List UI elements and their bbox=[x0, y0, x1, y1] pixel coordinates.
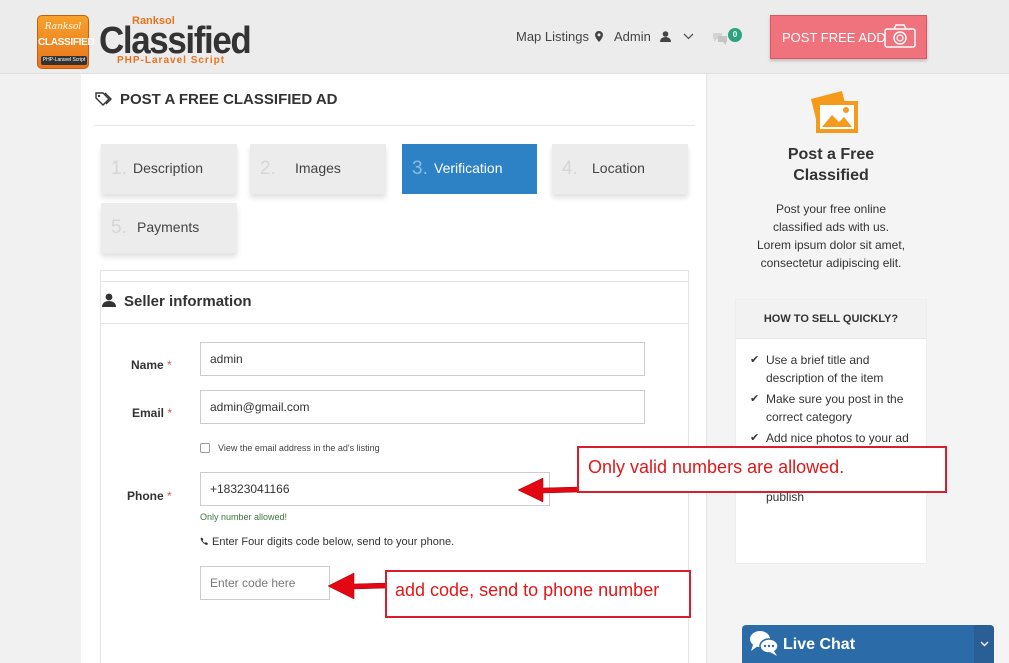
tip-item: Use a brief title and description of the… bbox=[766, 351, 926, 387]
step-location[interactable]: 4. Location bbox=[552, 144, 688, 194]
check-icon: ✔ bbox=[750, 354, 760, 366]
tip-line: Add nice photos to your ad bbox=[766, 431, 909, 445]
photo-gallery-icon bbox=[811, 91, 858, 133]
view-email-checkbox[interactable] bbox=[200, 443, 210, 453]
step-description[interactable]: 1. Description bbox=[101, 144, 237, 194]
user-icon bbox=[660, 31, 672, 42]
logo-badge-footer: PHP-Laravel Script bbox=[41, 56, 87, 65]
code-instruction-text: Enter Four digits code below, send to yo… bbox=[212, 536, 455, 548]
sidebar-title-line2: Classified bbox=[793, 167, 869, 184]
phone-help-text: Only number allowed! bbox=[200, 512, 288, 522]
name-label: Name * bbox=[131, 358, 172, 372]
phone-annotation-callout: Only valid numbers are allowed. bbox=[577, 446, 947, 493]
sidebar-desc-line: Lorem ipsum dolor sit amet, bbox=[756, 238, 906, 252]
chat-bubbles-icon[interactable] bbox=[711, 31, 729, 45]
nav-map-listings[interactable]: Map Listings bbox=[516, 29, 603, 44]
how-to-sell-title: HOW TO SELL QUICKLY? bbox=[736, 300, 926, 339]
tip-line: description of the item bbox=[766, 371, 884, 385]
site-header: Ranksol CLASSIFIED PHP-Laravel Script Ra… bbox=[0, 0, 1009, 74]
verification-code-input[interactable]: Enter code here bbox=[200, 566, 330, 600]
phone-icon bbox=[200, 537, 208, 545]
nav-map-listings-label: Map Listings bbox=[516, 29, 589, 44]
nav-admin-label: Admin bbox=[614, 29, 651, 44]
email-input[interactable]: admin@gmail.com bbox=[200, 390, 645, 424]
step-payments[interactable]: 5. Payments bbox=[101, 203, 237, 253]
step-images[interactable]: 2. Images bbox=[250, 144, 386, 194]
user-icon bbox=[102, 293, 116, 307]
logo-badge-main: CLASSIFIED bbox=[38, 37, 95, 48]
logo-badge-top: Ranksol bbox=[44, 22, 82, 32]
email-label: Email * bbox=[132, 406, 172, 420]
step-number: 4. bbox=[562, 158, 578, 179]
check-icon: ✔ bbox=[750, 393, 760, 405]
tip-item: Add nice photos to your ad bbox=[766, 429, 926, 447]
step-number: 2. bbox=[260, 158, 276, 179]
sidebar-desc-line: classified ads with us. bbox=[772, 220, 890, 234]
code-annotation-callout: add code, send to phone number bbox=[385, 570, 691, 618]
title-divider bbox=[94, 125, 695, 126]
sidebar: Post a Free Classified Post your free on… bbox=[708, 74, 1009, 663]
how-to-sell-box: HOW TO SELL QUICKLY? ✔ Use a brief title… bbox=[735, 299, 927, 564]
view-email-label: View the email address in the ad's listi… bbox=[218, 443, 380, 453]
check-icon: ✔ bbox=[750, 432, 760, 444]
tags-icon bbox=[95, 92, 112, 106]
name-label-text: Name bbox=[131, 358, 164, 372]
tip-line: correct category bbox=[766, 410, 853, 424]
tip-line: Use a brief title and bbox=[766, 353, 870, 367]
messages-count-badge: 0 bbox=[728, 28, 742, 42]
camera-icon bbox=[884, 24, 916, 48]
tip-line: Make sure you post in the bbox=[766, 392, 904, 406]
sidebar-desc-line: consectetur adipiscing elit. bbox=[760, 256, 902, 270]
sidebar-desc-line: Post your free online bbox=[775, 202, 887, 216]
chevron-down-icon bbox=[980, 641, 989, 647]
seller-info-title: Seller information bbox=[124, 293, 252, 310]
tip-item: Make sure you post in the correct catego… bbox=[766, 390, 926, 426]
code-instruction: Enter Four digits code below, send to yo… bbox=[200, 536, 454, 548]
required-mark: * bbox=[167, 358, 172, 372]
step-label: Payments bbox=[137, 219, 200, 235]
live-chat-label: Live Chat bbox=[783, 636, 856, 653]
step-number: 3. bbox=[412, 158, 428, 179]
chevron-down-icon bbox=[683, 33, 694, 40]
code-annotation-arrow bbox=[327, 572, 388, 600]
step-label: Verification bbox=[434, 160, 503, 176]
sidebar-description: Post your free online classified ads wit… bbox=[708, 200, 954, 272]
step-label: Images bbox=[295, 160, 341, 176]
live-chat-widget[interactable]: Live Chat bbox=[742, 625, 994, 663]
email-label-text: Email bbox=[132, 406, 165, 420]
step-label: Location bbox=[592, 160, 645, 176]
sidebar-title: Post a Free Classified bbox=[708, 144, 954, 186]
section-header-divider bbox=[101, 323, 688, 324]
post-free-ad-button[interactable]: POST FREE ADD bbox=[770, 15, 927, 59]
logo-badge[interactable]: Ranksol CLASSIFIED PHP-Laravel Script bbox=[37, 15, 95, 69]
step-number: 1. bbox=[111, 158, 127, 179]
logo-sub: PHP-Laravel Script bbox=[117, 55, 226, 66]
phone-label-text: Phone bbox=[127, 489, 164, 503]
name-input[interactable]: admin bbox=[200, 342, 645, 376]
required-mark: * bbox=[167, 406, 173, 420]
step-number: 5. bbox=[111, 217, 127, 238]
section-top-divider bbox=[101, 281, 688, 282]
step-label: Description bbox=[133, 160, 204, 176]
nav-admin-menu[interactable]: Admin bbox=[614, 29, 694, 44]
post-free-ad-label: POST FREE ADD bbox=[782, 30, 886, 45]
map-marker-icon bbox=[594, 31, 603, 42]
sidebar-title-line1: Post a Free bbox=[787, 146, 875, 163]
required-mark: * bbox=[167, 489, 172, 503]
phone-input[interactable]: +18323041166 bbox=[200, 472, 550, 506]
phone-annotation-arrow bbox=[517, 477, 579, 503]
step-verification[interactable]: 3. Verification bbox=[402, 144, 537, 194]
page-title: POST A FREE CLASSIFIED AD bbox=[120, 91, 338, 108]
chat-bubbles-icon bbox=[750, 631, 779, 656]
phone-label: Phone * bbox=[127, 489, 172, 503]
live-chat-toggle[interactable] bbox=[974, 625, 994, 663]
